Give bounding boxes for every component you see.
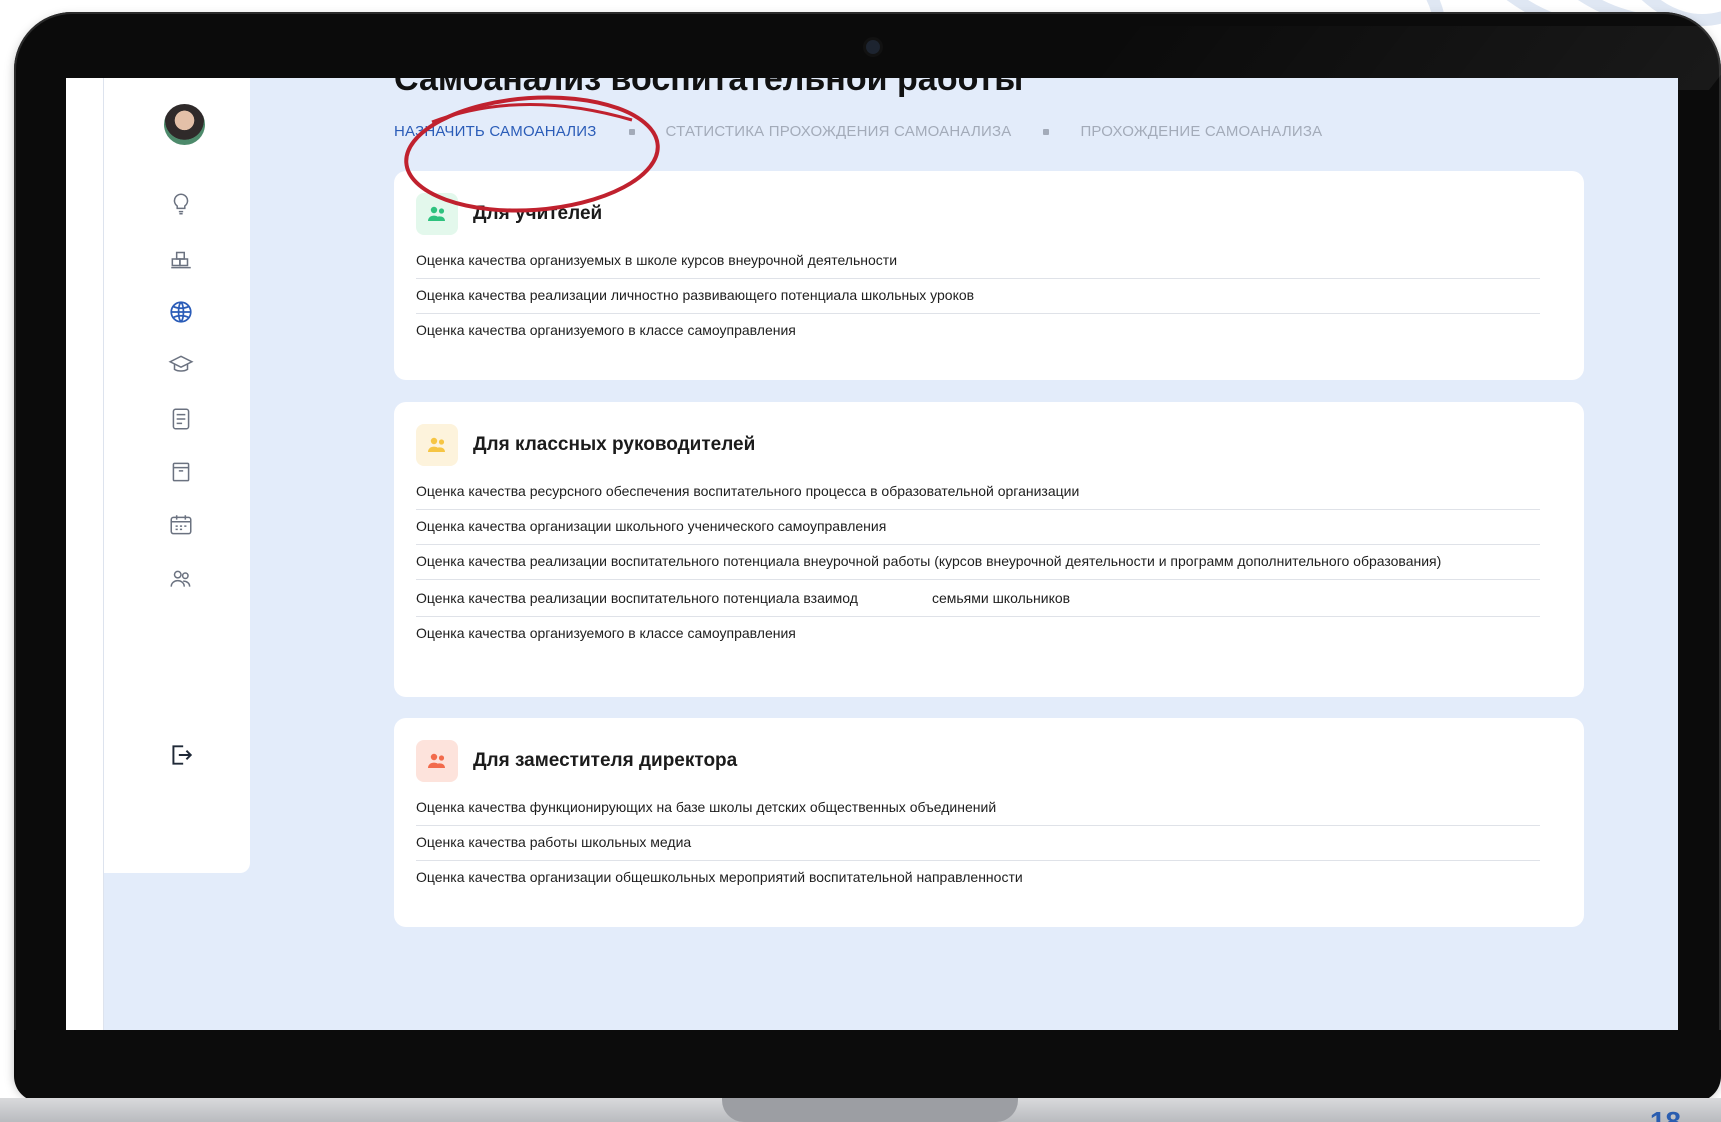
- screen-edge: [66, 78, 104, 1030]
- list-item[interactable]: Оценка качества организуемых в школе кур…: [416, 244, 1540, 279]
- slide: Самоанализ воспитательной работы НАЗНАЧИ…: [0, 0, 1721, 1122]
- card-title: Для заместителя директора: [473, 750, 738, 771]
- list-item[interactable]: Оценка качества реализации воспитательно…: [416, 545, 1540, 580]
- list-item[interactable]: Оценка качества функционирующих на базе …: [416, 791, 1540, 826]
- card-deputy-director: Для заместителя директора Оценка качеств…: [394, 718, 1584, 927]
- camera-dot: [866, 40, 880, 54]
- users-icon: [416, 193, 458, 235]
- sidebar: [104, 78, 250, 873]
- list-item[interactable]: Оценка качества организуемого в классе с…: [416, 617, 1540, 651]
- card-title: Для классных руководителей: [473, 434, 756, 455]
- card-header: Для классных руководителей: [416, 424, 755, 466]
- list-item-text: Оценка качества реализации воспитательно…: [416, 590, 858, 606]
- laptop-notch: [722, 1098, 1018, 1122]
- tab-statistics[interactable]: СТАТИСТИКА ПРОХОЖДЕНИЯ САМОАНАЛИЗА: [666, 123, 1012, 140]
- page-title: Самоанализ воспитательной работы: [394, 78, 1024, 98]
- tab-bar: НАЗНАЧИТЬ САМОАНАЛИЗ СТАТИСТИКА ПРОХОЖДЕ…: [394, 123, 1322, 140]
- card-header: Для заместителя директора: [416, 740, 737, 782]
- calendar-icon[interactable]: [166, 510, 196, 540]
- card-teachers: Для учителей Оценка качества организуемы…: [394, 171, 1584, 380]
- list-item[interactable]: Оценка качества ресурсного обеспечения в…: [416, 475, 1540, 510]
- graduation-cap-icon[interactable]: [166, 350, 196, 380]
- document-icon[interactable]: [166, 404, 196, 434]
- lightbulb-icon[interactable]: [166, 189, 196, 219]
- users-icon: [416, 424, 458, 466]
- list-item[interactable]: Оценка качества организуемого в классе с…: [416, 314, 1540, 348]
- blocks-icon[interactable]: [166, 244, 196, 274]
- card-class-teachers: Для классных руководителей Оценка качест…: [394, 402, 1584, 697]
- card-header: Для учителей: [416, 193, 602, 235]
- list-item[interactable]: Оценка качества организации общешкольных…: [416, 861, 1540, 895]
- tab-passing[interactable]: ПРОХОЖДЕНИЕ САМОАНАЛИЗА: [1080, 123, 1322, 140]
- main-content: Самоанализ воспитательной работы НАЗНАЧИ…: [394, 78, 1664, 1030]
- laptop-chin: [14, 1030, 1721, 1102]
- avatar[interactable]: [164, 104, 205, 145]
- card-item-list: Оценка качества организуемых в школе кур…: [416, 244, 1540, 348]
- list-item[interactable]: Оценка качества работы школьных медиа: [416, 826, 1540, 861]
- card-item-list: Оценка качества ресурсного обеспечения в…: [416, 475, 1540, 651]
- tab-assign-self-analysis[interactable]: НАЗНАЧИТЬ САМОАНАЛИЗ: [394, 123, 597, 140]
- tab-separator: [628, 128, 635, 135]
- users-icon[interactable]: [166, 564, 196, 594]
- globe-icon[interactable]: [166, 297, 196, 327]
- tab-separator: [1043, 128, 1050, 135]
- app-screen: Самоанализ воспитательной работы НАЗНАЧИ…: [66, 78, 1678, 1030]
- list-item[interactable]: Оценка качества реализации воспитательно…: [416, 580, 1540, 617]
- logout-icon[interactable]: [166, 740, 196, 770]
- archive-icon[interactable]: [166, 457, 196, 487]
- card-item-list: Оценка качества функционирующих на базе …: [416, 791, 1540, 895]
- page-number: 18: [1649, 1106, 1681, 1122]
- occlusion-gap: [857, 587, 932, 603]
- users-icon: [416, 740, 458, 782]
- list-item[interactable]: Оценка качества организации школьного уч…: [416, 510, 1540, 545]
- list-item-text-continuation: семьями школьников: [931, 590, 1071, 606]
- list-item[interactable]: Оценка качества реализации личностно раз…: [416, 279, 1540, 314]
- card-title: Для учителей: [473, 203, 603, 224]
